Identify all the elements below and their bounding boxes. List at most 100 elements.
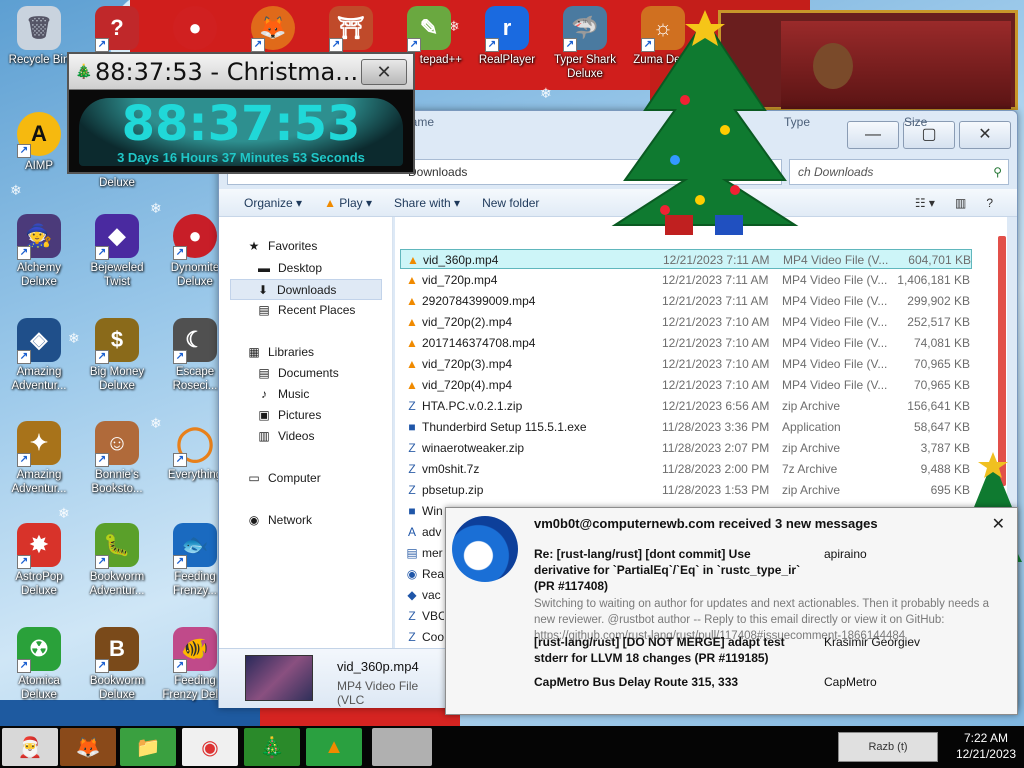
file-row[interactable]: ▲ 2920784399009.mp4 12/21/2023 7:11 AM MP4 … [400, 291, 972, 311]
file-row[interactable]: Z VBC [400, 606, 444, 626]
file-list-scrollbar[interactable] [998, 236, 1006, 486]
file-row[interactable]: ▤ mer [400, 543, 444, 563]
taskbar-firefox-button[interactable]: 🦊 [60, 728, 116, 766]
file-size: 1,406,181 KB [897, 273, 970, 287]
message-subject: Re: [rust-lang/rust] [dont commit] Use d… [534, 547, 801, 593]
file-row[interactable]: Z Coo [400, 627, 444, 647]
nav-item-downloads[interactable]: ⬇ Downloads [230, 279, 382, 300]
file-date: 12/21/2023 7:10 AM [662, 357, 770, 371]
notification-close-button[interactable]: ✕ [992, 514, 1005, 534]
file-row[interactable]: ▲ vid_720p(3).mp4 12/21/2023 7:10 AM MP4 Vi… [400, 354, 972, 374]
bookworm-book-icon: B ↗ [95, 627, 139, 673]
nav-item-label: Documents [278, 366, 339, 380]
file-row[interactable]: Zwinaerotweaker.zip 11/28/2023 2:07 PM zip… [400, 438, 972, 458]
file-type: zip Archive [782, 483, 841, 497]
nav-item-favorites[interactable]: ★ Favorites [246, 236, 318, 257]
nav-item-label: Computer [268, 471, 321, 485]
nav-item-music[interactable]: ♪ Music [256, 384, 309, 405]
file-row[interactable]: ▲ vid_720p(2).mp4 12/21/2023 7:10 AM MP4 Vi… [400, 312, 972, 332]
nav-item-pictures[interactable]: ▣ Pictures [256, 405, 321, 426]
file-row[interactable]: ■ Thunderbird Setup 115.5.1.exe 11/28/2023… [400, 417, 972, 437]
nav-item-computer[interactable]: ▭ Computer [246, 468, 321, 489]
close-button[interactable]: ✕ [959, 121, 1011, 149]
desktop-icon-bejeweled-twist[interactable]: ◆ ↗ Bejeweled Twist [78, 214, 156, 289]
breadcrumb-downloads[interactable]: Downloads [408, 165, 467, 179]
file-row[interactable]: ■ Win [400, 501, 444, 521]
desktop-icon-label: Bejeweled Twist [90, 262, 144, 288]
file-type: zip Archive [782, 441, 841, 455]
taskbar-explorer-button[interactable]: 📁 [120, 728, 176, 766]
taskbar-santa-button[interactable]: 🎅 [2, 728, 58, 766]
organize-button[interactable]: Organize ▾ [244, 196, 302, 210]
file-row[interactable]: ▲ vid_360p.mp4 12/21/2023 7:11 AM MP4 Video… [400, 249, 972, 269]
notification-message[interactable]: CapMetro Bus Delay Route 315, 333 CapMet… [534, 674, 1004, 690]
desktop-icon-realplayer[interactable]: r ↗ RealPlayer [468, 6, 546, 67]
desktop-icon-label: Bonnie's Booksto... [91, 469, 143, 495]
desktop-icon-shrine[interactable]: ⛩ ↗ [312, 6, 390, 53]
file-name: vid_360p.mp4 [423, 253, 499, 267]
notification-message[interactable]: [rust-lang/rust] [DO NOT MERGE] adapt te… [534, 634, 1004, 666]
file-row[interactable]: ▲ vid_720p.mp4 12/21/2023 7:11 AM MP4 Video… [400, 270, 972, 290]
nav-item-desktop[interactable]: ▬ Desktop [256, 258, 322, 279]
zip-archive-icon: Z [408, 441, 416, 455]
details-file-name: vid_360p.mp4 [337, 659, 419, 674]
nav-item-documents[interactable]: ▤ Documents [256, 363, 339, 384]
file-row[interactable]: Z HTA.PC.v.0.2.1.zip 12/21/2023 6:56 AM zip… [400, 396, 972, 416]
application-icon: ■ [408, 420, 416, 434]
file-row[interactable]: Aadv [400, 522, 444, 542]
shortcut-arrow-icon: ↗ [251, 38, 265, 52]
nav-item-libraries[interactable]: ▦ Libraries [246, 342, 314, 363]
file-size: 299,902 KB [907, 294, 970, 308]
taskbar-chrome-button[interactable]: ◉ [182, 728, 238, 766]
taskbar-vlc-button[interactable]: ▲ [306, 728, 362, 766]
search-icon[interactable]: ⚲ [993, 160, 1002, 184]
column-header-size[interactable]: Size [904, 112, 927, 132]
desktop-icon-atomica-deluxe[interactable]: ☢ ↗ Atomica Deluxe [0, 627, 78, 702]
shortcut-arrow-icon: ↗ [17, 144, 31, 158]
thunderbird-notification[interactable]: vm0b0t@computernewb.com received 3 new m… [445, 507, 1018, 715]
desktop-icon-amazing-adventures-1[interactable]: ◈ ↗ Amazing Adventur... [0, 318, 78, 393]
desktop-icon-deluxe-game[interactable]: ? ↗ [78, 6, 156, 53]
alchemy-wizard-icon: 🧙 ↗ [17, 214, 61, 260]
minimize-button[interactable]: — [847, 121, 899, 149]
play-button[interactable]: ▲ Play ▾ [324, 196, 372, 210]
taskbar-clock[interactable]: 7:22 AM 12/21/2023 [956, 730, 1016, 762]
desktop-icon-bonnies-bookstore[interactable]: ☺ ↗ Bonnie's Booksto... [78, 421, 156, 496]
desktop-icon-alchemy-deluxe[interactable]: 🧙 ↗ Alchemy Deluxe [0, 214, 78, 289]
desktop-icon-label: Alchemy Deluxe [16, 262, 62, 288]
nav-item-videos[interactable]: ▥ Videos [256, 426, 314, 447]
christmas-tree-decoration [605, 10, 805, 240]
file-row[interactable]: Zvm0shit.7z 11/28/2023 2:00 PM 7z Archive 9… [400, 459, 972, 479]
file-row[interactable]: ◆ vac [400, 585, 444, 605]
desktop-icon-bookworm-deluxe[interactable]: B ↗ Bookworm Deluxe [78, 627, 156, 702]
new-folder-button[interactable]: New folder [482, 196, 539, 210]
tray-app[interactable]: Razb (t) [838, 732, 938, 762]
desktop-icon-red-ball[interactable]: ● [156, 6, 234, 53]
desktop-icon-amazing-adventures-2[interactable]: ✦ ↗ Amazing Adventur... [0, 421, 78, 496]
desktop-icon-astropop-deluxe[interactable]: ✸ ↗ AstroPop Deluxe [0, 523, 78, 598]
countdown-close-button[interactable]: ✕ [361, 59, 407, 85]
nav-item-network[interactable]: ◉ Network [246, 510, 312, 531]
file-name: vid_720p(3).mp4 [422, 357, 513, 371]
preview-pane-icon[interactable]: ▥ [955, 196, 966, 210]
taskbar-tree-button[interactable]: 🎄 [244, 728, 300, 766]
file-type: MP4 Video File (V... [782, 315, 888, 329]
nav-item-label: Pictures [278, 408, 322, 422]
desktop-icon-big-money-deluxe[interactable]: $ ↗ Big Money Deluxe [78, 318, 156, 393]
nav-downloads-icon: ⬇ [257, 283, 269, 297]
clock-date: 12/21/2023 [955, 747, 1016, 761]
desktop-icon-firefox[interactable]: 🦊 ↗ [234, 6, 312, 53]
notification-message[interactable]: Re: [rust-lang/rust] [dont commit] Use d… [534, 546, 1004, 644]
file-row[interactable]: ◉ Rea [400, 564, 444, 584]
file-row[interactable]: ▲ 2017146374708.mp4 12/21/2023 7:10 AM MP4 … [400, 333, 972, 353]
notification-header: vm0b0t@computernewb.com received 3 new m… [534, 516, 878, 531]
help-icon[interactable]: ? [986, 196, 993, 210]
file-row[interactable]: ▲ vid_720p(4).mp4 12/21/2023 7:10 AM MP4 Vi… [400, 375, 972, 395]
view-options-icon[interactable]: ☷ ▾ [915, 196, 935, 210]
taskbar-blank-button[interactable] [372, 728, 432, 766]
desktop-icon-bookworm-adventures[interactable]: 🐛 ↗ Bookworm Adventur... [78, 523, 156, 598]
share-with-button[interactable]: Share with ▾ [394, 196, 460, 210]
nav-item-recent-places[interactable]: ▤ Recent Places [256, 300, 355, 321]
search-input[interactable]: ch Downloads ⚲ [789, 159, 1009, 185]
file-row[interactable]: Zpbsetup.zip 11/28/2023 1:53 PM zip Archiv… [400, 480, 972, 500]
